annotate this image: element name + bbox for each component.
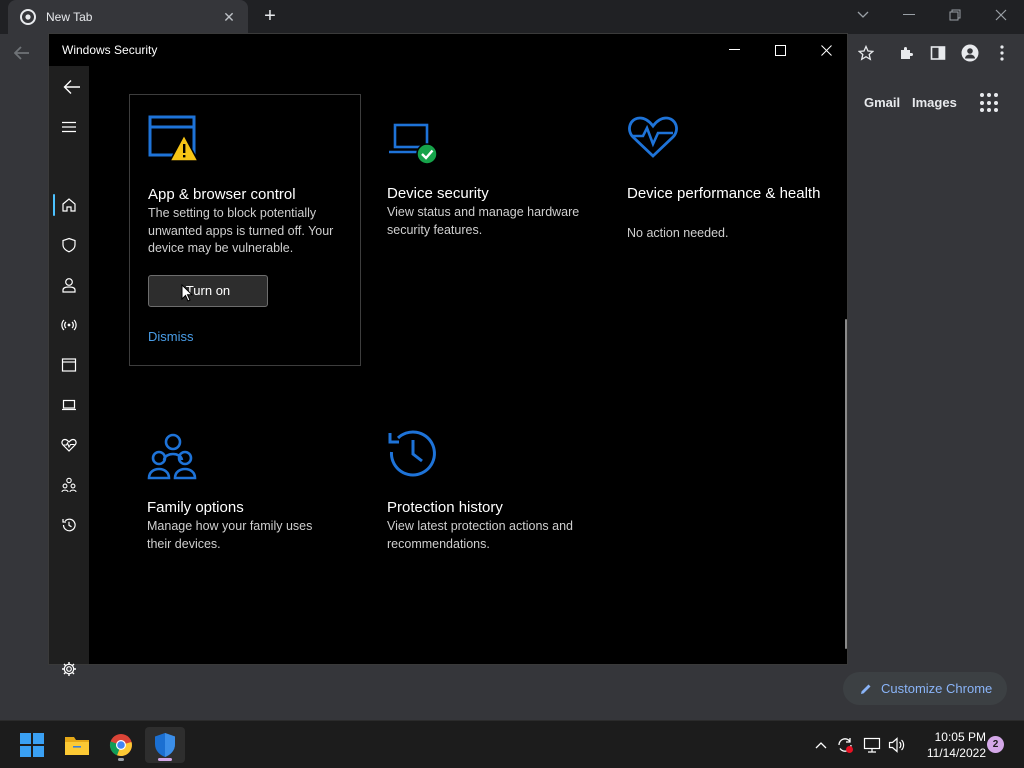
bookmark-star-icon[interactable] xyxy=(854,42,878,64)
card-device-performance-desc: No action needed. xyxy=(627,226,729,240)
tray-sync-alert-icon[interactable] xyxy=(836,736,854,754)
card-device-security[interactable]: Device security View status and manage h… xyxy=(387,94,619,294)
chrome-tabstrip: New Tab ✕ + xyxy=(0,0,1024,34)
nav-firewall-network-icon[interactable] xyxy=(49,310,89,340)
back-arrow-icon[interactable] xyxy=(10,42,34,64)
content-scrollbar[interactable] xyxy=(845,319,847,649)
pencil-icon xyxy=(861,684,871,694)
file-explorer-folder-icon[interactable] xyxy=(57,727,97,763)
family-options-people-icon xyxy=(147,433,197,480)
windows-security-window: Windows Security App & browser control T… xyxy=(48,33,848,676)
nav-settings-gear-icon[interactable] xyxy=(49,654,89,684)
window-close-icon[interactable] xyxy=(803,34,849,66)
app-browser-warning-icon xyxy=(148,115,200,162)
chrome-tab-new-tab[interactable]: New Tab ✕ xyxy=(8,0,248,34)
chrome-close-icon[interactable] xyxy=(978,0,1024,30)
nav-account-protection-person-icon[interactable] xyxy=(49,270,89,300)
window-titlebar[interactable]: Windows Security xyxy=(49,34,847,66)
nav-home-icon[interactable] xyxy=(49,190,89,220)
chrome-taskbar-icon[interactable] xyxy=(101,727,141,763)
notification-count-badge[interactable]: 2 xyxy=(987,736,1004,753)
card-device-security-desc: View status and manage hardware security… xyxy=(387,205,580,237)
profile-avatar-icon[interactable] xyxy=(958,42,982,64)
google-apps-icon[interactable] xyxy=(980,93,1000,113)
card-protection-history-desc: View latest protection actions and recom… xyxy=(387,519,573,551)
card-app-browser-control[interactable]: App & browser control The setting to blo… xyxy=(129,94,361,366)
taskbar-clock[interactable]: 10:05 PM 11/14/2022 xyxy=(912,729,986,761)
windows-security-taskbar-icon[interactable] xyxy=(145,727,185,763)
chrome-running-indicator xyxy=(118,758,124,761)
card-family-options-title: Family options xyxy=(147,499,244,516)
window-maximize-icon[interactable] xyxy=(757,34,803,66)
card-protection-history-title: Protection history xyxy=(387,499,503,516)
nav-protection-history-icon[interactable] xyxy=(49,510,89,540)
chrome-tab-close-icon[interactable]: ✕ xyxy=(220,9,238,26)
chrome-menu-icon[interactable] xyxy=(990,42,1014,64)
security-dashboard: App & browser control The setting to blo… xyxy=(89,66,847,664)
device-performance-heart-icon xyxy=(628,116,678,158)
gmail-link[interactable]: Gmail xyxy=(864,95,900,110)
chrome-tab-title: New Tab xyxy=(46,10,93,24)
card-protection-history[interactable]: Protection history View latest protectio… xyxy=(387,426,619,586)
nav-app-browser-window-icon[interactable] xyxy=(49,350,89,380)
windows-security-running-indicator xyxy=(158,758,172,761)
card-app-browser-desc: The setting to block potentially unwante… xyxy=(148,206,334,255)
side-panel-icon[interactable] xyxy=(926,42,950,64)
chrome-favicon-icon xyxy=(20,9,36,25)
card-family-options-desc: Manage how your family uses their device… xyxy=(147,519,313,551)
mouse-cursor-icon xyxy=(181,284,193,302)
nav-virus-protection-shield-icon[interactable] xyxy=(49,230,89,260)
images-link[interactable]: Images xyxy=(912,95,957,110)
protection-history-clock-icon xyxy=(388,430,436,477)
nav-device-security-laptop-icon[interactable] xyxy=(49,390,89,420)
tray-chevron-up-icon[interactable] xyxy=(812,736,830,754)
chrome-tab-search-icon[interactable] xyxy=(840,0,886,30)
clock-date: 11/14/2022 xyxy=(926,746,986,760)
turn-on-button[interactable]: Turn on xyxy=(148,275,268,307)
tray-network-icon[interactable] xyxy=(863,736,881,754)
new-tab-button[interactable]: + xyxy=(259,5,281,27)
card-app-browser-title: App & browser control xyxy=(148,186,296,203)
dismiss-link[interactable]: Dismiss xyxy=(148,329,194,344)
card-device-performance-title: Device performance & health xyxy=(627,185,821,202)
extensions-puzzle-icon[interactable] xyxy=(894,42,918,64)
chrome-restore-icon[interactable] xyxy=(932,0,978,30)
nav-family-options-icon[interactable] xyxy=(49,470,89,500)
nav-device-performance-heart-icon[interactable] xyxy=(49,430,89,460)
customize-chrome-label: Customize Chrome xyxy=(881,681,993,696)
window-minimize-icon[interactable] xyxy=(711,34,757,66)
chrome-minimize-icon[interactable] xyxy=(886,0,932,30)
card-device-performance[interactable]: Device performance & health No action ne… xyxy=(627,94,859,294)
start-windows-logo-icon[interactable] xyxy=(12,727,52,763)
customize-chrome-button[interactable]: Customize Chrome xyxy=(843,672,1007,705)
nav-back-arrow-icon[interactable] xyxy=(52,72,92,102)
clock-time: 10:05 PM xyxy=(934,730,986,744)
nav-hamburger-menu-icon[interactable] xyxy=(49,112,89,142)
window-title: Windows Security xyxy=(62,43,158,57)
navigation-rail xyxy=(49,66,92,676)
tray-volume-icon[interactable] xyxy=(888,736,906,754)
card-family-options[interactable]: Family options Manage how your family us… xyxy=(147,426,379,586)
windows-taskbar: 10:05 PM 11/14/2022 2 xyxy=(0,720,1024,768)
device-security-laptop-check-icon xyxy=(389,123,438,165)
card-device-security-title: Device security xyxy=(387,185,489,202)
